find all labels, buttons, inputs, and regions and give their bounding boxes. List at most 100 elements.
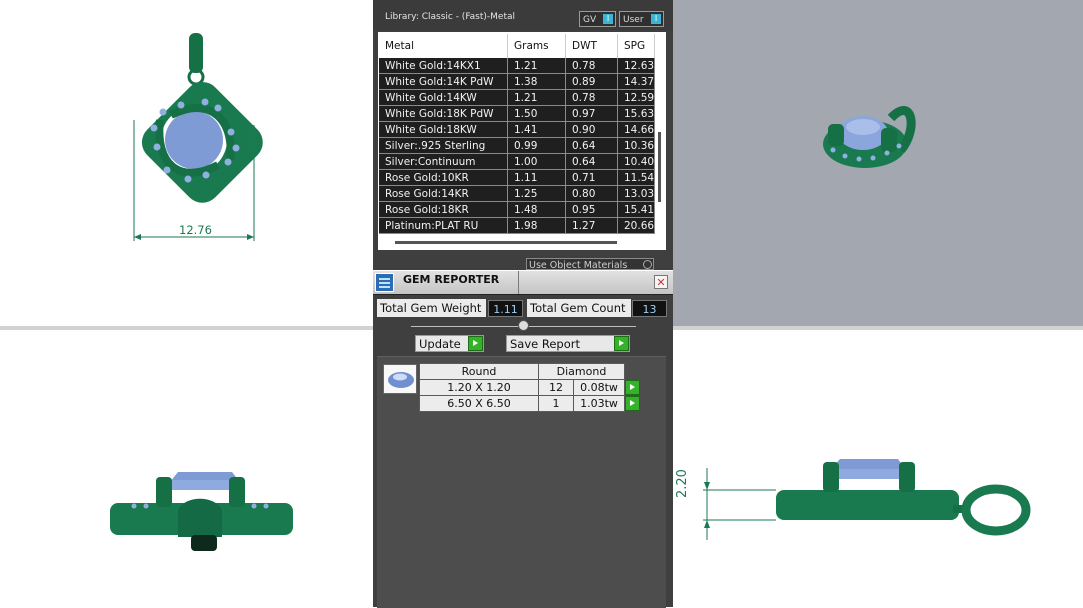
metal-grams: 1.21 bbox=[507, 58, 566, 74]
metal-name: Silver:.925 Sterling bbox=[379, 137, 508, 154]
front-view-model bbox=[133, 33, 263, 241]
user-toggle-label: User bbox=[623, 15, 644, 25]
right-view-model bbox=[703, 459, 1031, 540]
metal-dwt: 0.78 bbox=[565, 89, 618, 106]
total-gem-count-label: Total Gem Count bbox=[527, 299, 631, 317]
save-report-button[interactable]: Save Report bbox=[506, 335, 630, 352]
metal-dwt: 0.97 bbox=[565, 105, 618, 122]
column-header-metal[interactable]: Metal bbox=[379, 34, 508, 58]
metal-row[interactable]: Silver:.925 Sterling 0.99 0.64 10.36 bbox=[379, 137, 656, 154]
metal-dwt: 0.89 bbox=[565, 73, 618, 90]
metal-spg: 14.37 bbox=[617, 73, 656, 90]
metal-row[interactable]: Rose Gold:18KR 1.48 0.95 15.41 bbox=[379, 201, 656, 218]
titlebar-divider bbox=[518, 271, 519, 294]
metal-library-list: Metal Grams DWT SPG White Gold:14KX1 1.21… bbox=[378, 32, 666, 250]
total-gem-weight-label: Total Gem Weight bbox=[377, 299, 486, 317]
metal-row[interactable]: White Gold:14KX1 1.21 0.78 12.63 bbox=[379, 58, 656, 74]
width-dimension-label: 12.76 bbox=[179, 223, 212, 237]
metal-dwt: 0.64 bbox=[565, 153, 618, 170]
slider-knob[interactable] bbox=[518, 320, 529, 331]
gv-toggle[interactable]: GV I bbox=[579, 11, 616, 27]
user-toggle[interactable]: User I bbox=[619, 11, 664, 27]
gem-size: 1.20 X 1.20 bbox=[419, 379, 539, 396]
metal-dwt: 0.95 bbox=[565, 201, 618, 218]
metal-spg: 10.40 bbox=[617, 153, 656, 170]
metal-row[interactable]: White Gold:14K PdW 1.38 0.89 14.37 bbox=[379, 73, 656, 90]
update-button-label: Update bbox=[419, 337, 461, 351]
metal-spg: 10.36 bbox=[617, 137, 656, 154]
user-toggle-icon: I bbox=[651, 14, 661, 24]
side-view-model bbox=[110, 472, 293, 551]
metal-spg: 11.54 bbox=[617, 169, 656, 186]
column-header-dwt[interactable]: DWT bbox=[565, 34, 618, 58]
library-header: Library: Classic - (Fast)-Metal GV I Use… bbox=[373, 0, 673, 30]
metal-spg: 13.03 bbox=[617, 185, 656, 202]
metal-dwt: 0.80 bbox=[565, 185, 618, 202]
gem-row[interactable]: 1.20 X 1.20 12 0.08tw bbox=[419, 379, 642, 396]
gem-count: 12 bbox=[538, 379, 574, 396]
metal-grams: 0.99 bbox=[507, 137, 566, 154]
round-gem-icon bbox=[388, 372, 414, 388]
round-gem-thumbnail[interactable] bbox=[383, 364, 417, 394]
metal-dwt: 0.71 bbox=[565, 169, 618, 186]
play-arrow-icon bbox=[614, 336, 629, 351]
library-title: Library: Classic - (Fast)-Metal bbox=[385, 12, 516, 22]
metal-spg: 14.66 bbox=[617, 121, 656, 138]
use-object-materials-option[interactable]: Use Object Materials bbox=[526, 258, 654, 270]
metal-name: Silver:Continuum bbox=[379, 153, 508, 170]
gem-reporter-titlebar: GEM REPORTER ✕ bbox=[373, 270, 673, 295]
metal-vertical-scrollbar[interactable] bbox=[658, 60, 662, 248]
height-dimension-label: 2.20 bbox=[675, 469, 690, 498]
metal-grams: 1.38 bbox=[507, 73, 566, 90]
metal-grams: 1.41 bbox=[507, 121, 566, 138]
metal-horizontal-scrollbar[interactable] bbox=[395, 241, 617, 244]
gv-toggle-icon: I bbox=[603, 14, 613, 24]
viewport-side[interactable] bbox=[0, 330, 373, 607]
metal-dwt: 1.27 bbox=[565, 217, 618, 234]
scroll-thumb[interactable] bbox=[658, 132, 661, 202]
metal-row[interactable]: Platinum:PLAT RU 1.98 1.27 20.66 bbox=[379, 217, 656, 234]
gem-row[interactable]: 6.50 X 6.50 1 1.03tw bbox=[419, 395, 642, 412]
column-header-grams[interactable]: Grams bbox=[507, 34, 566, 58]
viewport-perspective[interactable] bbox=[673, 0, 1083, 326]
close-icon[interactable]: ✕ bbox=[654, 275, 668, 289]
gem-count: 1 bbox=[538, 395, 574, 412]
metal-grams: 1.48 bbox=[507, 201, 566, 218]
play-arrow-icon[interactable] bbox=[625, 379, 640, 395]
metal-grams: 1.21 bbox=[507, 89, 566, 106]
use-object-materials-checkbox[interactable] bbox=[643, 260, 652, 269]
metal-row[interactable]: Rose Gold:14KR 1.25 0.80 13.03 bbox=[379, 185, 656, 202]
metal-row[interactable]: White Gold:18K PdW 1.50 0.97 15.63 bbox=[379, 105, 656, 122]
metal-spg: 12.63 bbox=[617, 58, 656, 74]
metal-name: Rose Gold:14KR bbox=[379, 185, 508, 202]
play-arrow-icon bbox=[468, 336, 483, 351]
metal-dwt: 0.64 bbox=[565, 137, 618, 154]
gem-reporter-icon bbox=[375, 273, 394, 292]
metal-row[interactable]: Rose Gold:10KR 1.11 0.71 11.54 bbox=[379, 169, 656, 186]
play-arrow-icon[interactable] bbox=[625, 395, 640, 411]
metal-spg: 15.63 bbox=[617, 105, 656, 122]
gem-material-header: Diamond bbox=[538, 363, 625, 380]
perspective-view-model bbox=[823, 106, 916, 168]
gem-list-area: Round Diamond 1.20 X 1.20 12 0.08tw 6.50… bbox=[377, 356, 666, 608]
metal-name: White Gold:14K PdW bbox=[379, 73, 508, 90]
viewport-right[interactable]: 2.20 bbox=[673, 330, 1083, 607]
metal-spg: 20.66 bbox=[617, 217, 656, 234]
metal-name: White Gold:14KW bbox=[379, 89, 508, 106]
metal-grams: 1.11 bbox=[507, 169, 566, 186]
column-header-spg[interactable]: SPG bbox=[617, 34, 656, 58]
metal-spg: 12.59 bbox=[617, 89, 656, 106]
update-button[interactable]: Update bbox=[415, 335, 484, 352]
metal-name: White Gold:14KX1 bbox=[379, 58, 508, 74]
use-object-materials-label: Use Object Materials bbox=[529, 260, 628, 270]
metal-name: Rose Gold:10KR bbox=[379, 169, 508, 186]
metal-grams: 1.98 bbox=[507, 217, 566, 234]
metal-row[interactable]: Silver:Continuum 1.00 0.64 10.40 bbox=[379, 153, 656, 170]
gem-weight: 1.03tw bbox=[573, 395, 625, 412]
metal-dwt: 0.78 bbox=[565, 58, 618, 74]
metal-row[interactable]: White Gold:14KW 1.21 0.78 12.59 bbox=[379, 89, 656, 106]
metal-row[interactable]: White Gold:18KW 1.41 0.90 14.66 bbox=[379, 121, 656, 138]
metal-dwt: 0.90 bbox=[565, 121, 618, 138]
gem-table: Round Diamond 1.20 X 1.20 12 0.08tw 6.50… bbox=[419, 363, 642, 412]
viewport-front[interactable]: 12.76 bbox=[0, 0, 373, 326]
